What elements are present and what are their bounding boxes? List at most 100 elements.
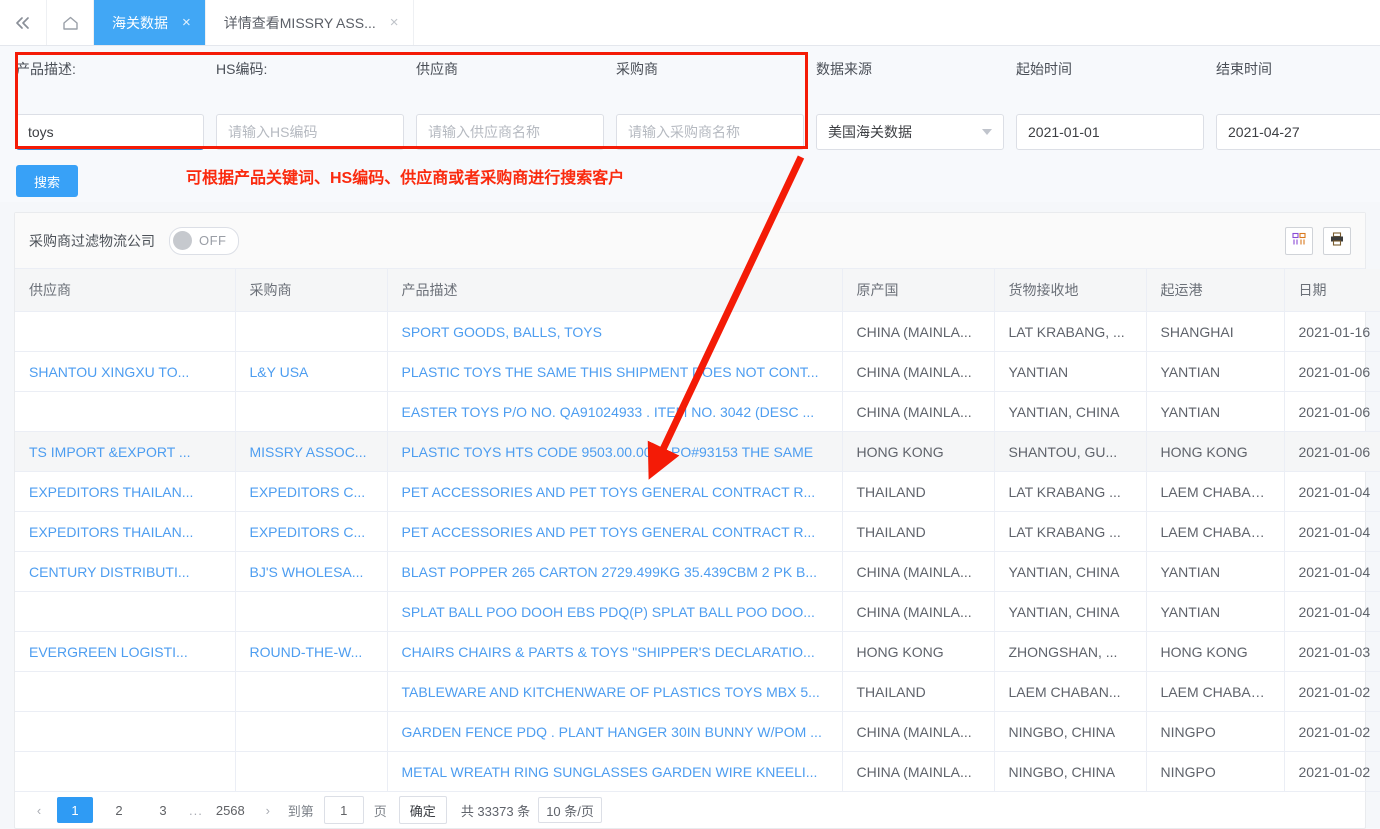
cell-product-description[interactable]: TABLEWARE AND KITCHENWARE OF PLASTICS TO… [387, 671, 843, 712]
table-row[interactable]: SPORT GOODS, BALLS, TOYS CHINA (MAINLA...… [15, 311, 1380, 352]
columns-settings-icon [1291, 231, 1307, 250]
table-row[interactable]: EXPEDITORS THAILAN... EXPEDITORS C... PET … [15, 511, 1380, 552]
page-number-1[interactable]: 1 [57, 797, 93, 823]
cell-product-description[interactable]: PLASTIC TOYS THE SAME THIS SHIPMENT DOES… [387, 351, 843, 392]
cell-product-description[interactable]: CHAIRS CHAIRS & PARTS & TOYS "SHIPPER'S … [387, 631, 843, 672]
cell-buyer[interactable]: ROUND-THE-W... [235, 631, 388, 672]
column-header-supplier[interactable]: 供应商 [15, 269, 236, 312]
next-page-button[interactable]: › [254, 796, 282, 824]
cell-supplier[interactable]: EXPEDITORS THAILAN... [15, 511, 236, 552]
collapse-sidebar-button[interactable] [0, 0, 47, 45]
product-description-input[interactable]: toys [16, 114, 204, 150]
cell-departure-port: NINGPO [1146, 711, 1285, 752]
cell-product-description[interactable]: SPLAT BALL POO DOOH EBS PDQ(P) SPLAT BAL… [387, 591, 843, 632]
table-row[interactable]: TS IMPORT &EXPORT ... MISSRY ASSOC... PLAS… [15, 431, 1380, 472]
cell-product-description[interactable]: METAL WREATH RING SUNGLASSES GARDEN WIRE… [387, 751, 843, 792]
annotation-text: 可根据产品关键词、HS编码、供应商或者采购商进行搜索客户 [186, 170, 625, 187]
goto-confirm-button[interactable]: 确定 [398, 796, 447, 824]
page-size-select[interactable]: 10 条/页 [538, 797, 602, 823]
cell-origin-country: CHINA (MAINLA... [842, 711, 995, 752]
table-row[interactable]: SPLAT BALL POO DOOH EBS PDQ(P) SPLAT BAL… [15, 591, 1380, 632]
cell-product-description[interactable]: PLASTIC TOYS HTS CODE 9503.00.0073 PO#93… [387, 431, 843, 472]
hs-code-input[interactable]: 请输入HS编码 [216, 114, 404, 150]
cell-buyer[interactable]: BJ'S WHOLESA... [235, 551, 388, 592]
cell-departure-port: NINGPO [1146, 751, 1285, 792]
cell-product-description[interactable]: BLAST POPPER 265 CARTON 2729.499KG 35.43… [387, 551, 843, 592]
cell-receipt-place: YANTIAN, CHINA [994, 391, 1147, 432]
table-row[interactable]: METAL WREATH RING SUNGLASSES GARDEN WIRE… [15, 751, 1380, 792]
supplier-input[interactable]: 请输入供应商名称 [416, 114, 604, 150]
cell-receipt-place: SHANTOU, GU... [994, 431, 1147, 472]
table-row[interactable]: CENTURY DISTRIBUTI... BJ'S WHOLESA... BLAS… [15, 551, 1380, 592]
cell-product-description[interactable]: GARDEN FENCE PDQ . PLANT HANGER 30IN BUN… [387, 711, 843, 752]
cell-date: 2021-01-03 [1284, 631, 1380, 672]
cell-receipt-place: LAT KRABANG ... [994, 511, 1147, 552]
data-source-select[interactable]: 美国海关数据 [816, 114, 1004, 150]
cell-supplier[interactable]: TS IMPORT &EXPORT ... [15, 431, 236, 472]
page-number-3[interactable]: 3 [145, 797, 181, 823]
cell-origin-country: HONG KONG [842, 431, 995, 472]
table-row[interactable]: GARDEN FENCE PDQ . PLANT HANGER 30IN BUN… [15, 711, 1380, 752]
tab-customs-data[interactable]: 海关数据 × [94, 0, 206, 45]
cell-date: 2021-01-04 [1284, 551, 1380, 592]
close-icon[interactable]: × [390, 15, 399, 30]
pagination: ‹ 1 2 3 ... 2568 › 到第 1 页 确定 共 33373 条 1… [15, 792, 1365, 828]
column-header-product-description[interactable]: 产品描述 [387, 269, 843, 312]
cell-origin-country: CHINA (MAINLA... [842, 391, 995, 432]
table-action-buttons [1285, 226, 1351, 255]
cell-departure-port: SHANGHAI [1146, 311, 1285, 352]
cell-supplier[interactable]: CENTURY DISTRIBUTI... [15, 551, 236, 592]
column-settings-button[interactable] [1285, 226, 1313, 255]
column-header-origin-country[interactable]: 原产国 [842, 269, 995, 312]
cell-receipt-place: LAEM CHABAN... [994, 671, 1147, 712]
table-row[interactable]: EVERGREEN LOGISTI... ROUND-THE-W... CHAIRS… [15, 631, 1380, 672]
cell-receipt-place: NINGBO, CHINA [994, 711, 1147, 752]
field-end-date: 结束时间 2021-04-27 [1216, 60, 1380, 150]
goto-prefix-label: 到第 [287, 803, 314, 819]
search-panel: 产品描述: toys HS编码: 请输入HS编码 供应商 请输入供应商名称 采购… [0, 46, 1380, 202]
cell-product-description[interactable]: SPORT GOODS, BALLS, TOYS [387, 311, 843, 352]
cell-date: 2021-01-06 [1284, 351, 1380, 392]
cell-product-description[interactable]: PET ACCESSORIES AND PET TOYS GENERAL CON… [387, 511, 843, 552]
buyer-input[interactable]: 请输入采购商名称 [616, 114, 804, 150]
tab-detail-view[interactable]: 详情查看MISSRY ASS... × [206, 0, 414, 45]
home-button[interactable] [47, 0, 94, 45]
page-number-2[interactable]: 2 [101, 797, 137, 823]
table-row[interactable]: EASTER TOYS P/O NO. QA91024933 . ITEM NO… [15, 391, 1380, 432]
column-header-receipt-place[interactable]: 货物接收地 [994, 269, 1147, 312]
table-row[interactable]: SHANTOU XINGXU TO... L&Y USA PLASTIC TOYS … [15, 351, 1380, 392]
cell-supplier[interactable]: EVERGREEN LOGISTI... [15, 631, 236, 672]
cell-product-description[interactable]: PET ACCESSORIES AND PET TOYS GENERAL CON… [387, 471, 843, 512]
close-icon[interactable]: × [182, 15, 191, 30]
goto-page-input[interactable]: 1 [323, 796, 364, 824]
cell-receipt-place: YANTIAN, CHINA [994, 591, 1147, 632]
column-header-departure-port[interactable]: 起运港 [1146, 269, 1285, 312]
table-toolbar: 采购商过滤物流公司 OFF [15, 213, 1365, 269]
cell-buyer[interactable]: EXPEDITORS C... [235, 511, 388, 552]
start-date-input[interactable]: 2021-01-01 [1016, 114, 1204, 150]
column-header-buyer[interactable]: 采购商 [235, 269, 388, 312]
cell-buyer [235, 751, 388, 792]
cell-departure-port: LAEM CHABANG [1146, 671, 1285, 712]
cell-supplier[interactable]: SHANTOU XINGXU TO... [15, 351, 236, 392]
field-product-description: 产品描述: toys [16, 60, 204, 150]
column-header-date[interactable]: 日期 [1284, 269, 1380, 312]
table-row[interactable]: TABLEWARE AND KITCHENWARE OF PLASTICS TO… [15, 671, 1380, 712]
logistics-filter-toggle[interactable]: OFF [169, 226, 239, 255]
prev-page-button[interactable]: ‹ [25, 796, 53, 824]
cell-origin-country: THAILAND [842, 671, 995, 712]
field-start-date: 起始时间 2021-01-01 [1016, 60, 1204, 150]
cell-buyer[interactable]: L&Y USA [235, 351, 388, 392]
logistics-filter-label: 采购商过滤物流公司 [29, 232, 155, 249]
cell-buyer [235, 311, 388, 352]
export-print-button[interactable] [1323, 226, 1351, 255]
search-button[interactable]: 搜索 [16, 165, 78, 197]
table-row[interactable]: EXPEDITORS THAILAN... EXPEDITORS C... PET … [15, 471, 1380, 512]
end-date-input[interactable]: 2021-04-27 [1216, 114, 1380, 150]
cell-product-description[interactable]: EASTER TOYS P/O NO. QA91024933 . ITEM NO… [387, 391, 843, 432]
cell-supplier[interactable]: EXPEDITORS THAILAN... [15, 471, 236, 512]
cell-departure-port: LAEM CHABANG [1146, 471, 1285, 512]
cell-buyer[interactable]: EXPEDITORS C... [235, 471, 388, 512]
page-number-last[interactable]: 2568 [211, 797, 250, 823]
cell-buyer[interactable]: MISSRY ASSOC... [235, 431, 388, 472]
